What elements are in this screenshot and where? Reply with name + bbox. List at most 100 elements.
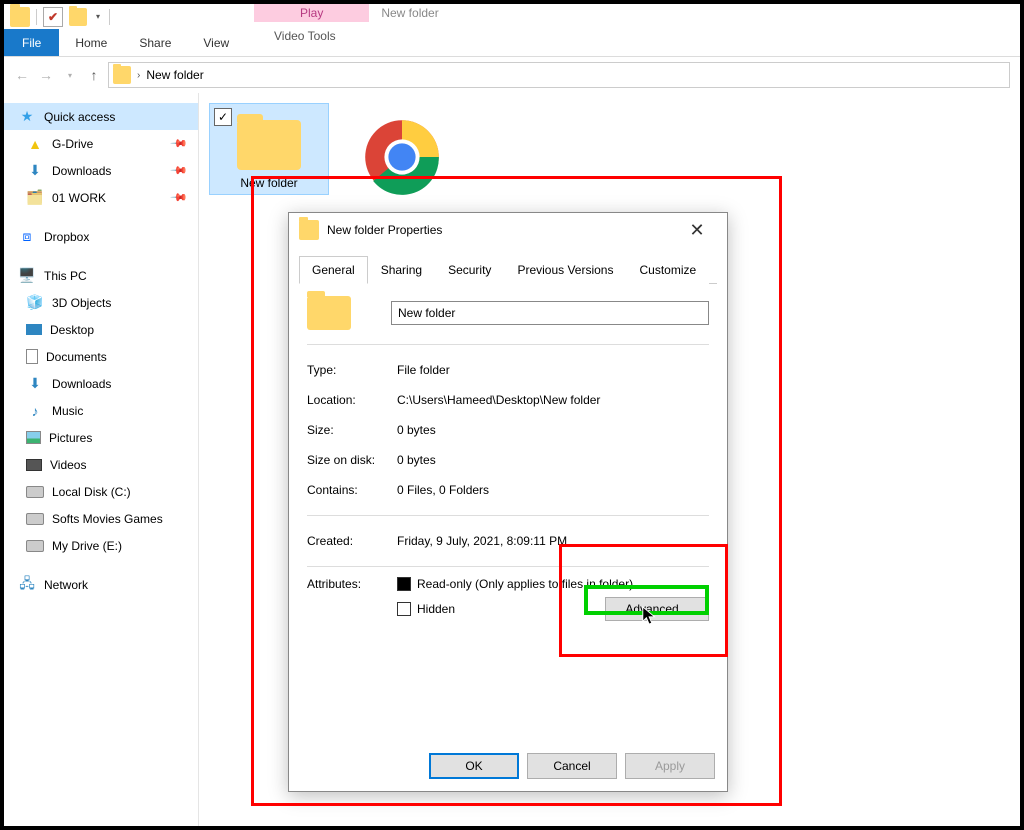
location-label: Location: — [307, 393, 397, 407]
nav-network[interactable]: 🖧Network — [4, 571, 198, 598]
nav-quick-access[interactable]: ★Quick access — [4, 103, 198, 130]
contains-value: 0 Files, 0 Folders — [397, 483, 709, 497]
attributes-label: Attributes: — [307, 577, 397, 591]
nav-label: Local Disk (C:) — [52, 485, 131, 499]
checkbox-filled-icon: ■ — [397, 577, 411, 591]
nav-label: Documents — [46, 350, 107, 364]
nav-videos[interactable]: Videos — [4, 451, 198, 478]
nav-downloads[interactable]: ⬇Downloads📌 — [4, 157, 198, 184]
pin-icon: 📌 — [170, 134, 189, 153]
nav-label: 01 WORK — [52, 191, 106, 205]
nav-label: Desktop — [50, 323, 94, 337]
nav-label: Downloads — [52, 377, 111, 391]
title-bar: ✔ ▾ Play New folder — [4, 4, 1020, 29]
dialog-buttons: OK Cancel Apply — [289, 743, 727, 791]
pin-icon: 📌 — [170, 188, 189, 207]
nav-label: Quick access — [44, 110, 115, 124]
readonly-label: Read-only (Only applies to files in fold… — [417, 577, 633, 591]
tab-sharing[interactable]: Sharing — [368, 256, 435, 284]
file-tile-chrome[interactable] — [342, 103, 462, 207]
window-title: New folder — [381, 6, 438, 20]
nav-documents[interactable]: Documents — [4, 343, 198, 370]
nav-dropbox[interactable]: ⧈Dropbox — [4, 223, 198, 250]
tab-security[interactable]: Security — [435, 256, 504, 284]
nav-01work[interactable]: 🗂️01 WORK📌 — [4, 184, 198, 211]
contextual-play-tab[interactable]: Play — [254, 4, 369, 22]
nav-my-drive[interactable]: My Drive (E:) — [4, 532, 198, 559]
dialog-titlebar[interactable]: New folder Properties ✕ — [289, 213, 727, 247]
nav-recent-icon[interactable]: ▾ — [60, 65, 80, 85]
nav-gdrive[interactable]: ▲G-Drive📌 — [4, 130, 198, 157]
sizeondisk-value: 0 bytes — [397, 453, 709, 467]
hidden-checkbox[interactable]: Hidden — [397, 602, 455, 616]
type-value: File folder — [397, 363, 709, 377]
nav-forward-icon[interactable]: → — [36, 65, 56, 85]
nav-downloads2[interactable]: ⬇Downloads — [4, 370, 198, 397]
nav-label: Videos — [50, 458, 86, 472]
ribbon-tabs: File Home Share View Video Tools — [4, 29, 1020, 57]
checkbox-empty-icon — [397, 602, 411, 616]
readonly-checkbox[interactable]: ■ Read-only (Only applies to files in fo… — [397, 577, 633, 591]
cancel-button[interactable]: Cancel — [527, 753, 617, 779]
nav-pictures[interactable]: Pictures — [4, 424, 198, 451]
dialog-title: New folder Properties — [327, 223, 442, 237]
tab-customize[interactable]: Customize — [626, 256, 709, 284]
ok-button[interactable]: OK — [429, 753, 519, 779]
pin-icon: 📌 — [170, 161, 189, 180]
properties-dialog: New folder Properties ✕ General Sharing … — [288, 212, 728, 792]
location-value: C:\Users\Hameed\Desktop\New folder — [397, 393, 709, 407]
contains-label: Contains: — [307, 483, 397, 497]
nav-up-icon[interactable]: ↑ — [84, 65, 104, 85]
address-bar[interactable]: › New folder — [108, 62, 1010, 88]
nav-label: Downloads — [52, 164, 111, 178]
created-value: Friday, 9 July, 2021, 8:09:11 PM — [397, 534, 709, 548]
size-label: Size: — [307, 423, 397, 437]
type-label: Type: — [307, 363, 397, 377]
quick-access-toolbar: ✔ ▾ — [4, 4, 110, 29]
sizeondisk-label: Size on disk: — [307, 453, 397, 467]
file-label: New folder — [210, 176, 328, 190]
tab-general[interactable]: General — [299, 256, 368, 284]
close-button[interactable]: ✕ — [677, 220, 717, 241]
nav-row: ← → ▾ ↑ › New folder — [4, 57, 1020, 93]
tab-home[interactable]: Home — [59, 29, 123, 56]
tab-share[interactable]: Share — [123, 29, 187, 56]
chevron-right-icon[interactable]: › — [137, 70, 140, 81]
qat-customize-icon[interactable]: ▾ — [93, 12, 103, 21]
advanced-button[interactable]: Advanced... — [605, 597, 709, 621]
nav-3d-objects[interactable]: 🧊3D Objects — [4, 289, 198, 316]
tab-previous-versions[interactable]: Previous Versions — [504, 256, 626, 284]
nav-music[interactable]: ♪Music — [4, 397, 198, 424]
breadcrumb-segment[interactable]: New folder — [146, 68, 203, 82]
nav-this-pc[interactable]: 🖥️This PC — [4, 262, 198, 289]
nav-pane: ★Quick access ▲G-Drive📌 ⬇Downloads📌 🗂️01… — [4, 93, 199, 826]
hidden-label: Hidden — [417, 602, 455, 616]
nav-label: Pictures — [49, 431, 92, 445]
folder-name-input[interactable] — [391, 301, 709, 325]
nav-label: Network — [44, 578, 88, 592]
nav-desktop[interactable]: Desktop — [4, 316, 198, 343]
nav-label: 3D Objects — [52, 296, 111, 310]
nav-label: Music — [52, 404, 83, 418]
tab-view[interactable]: View — [187, 29, 245, 56]
nav-softs[interactable]: Softs Movies Games — [4, 505, 198, 532]
folder-icon — [237, 120, 301, 170]
tab-video-tools[interactable]: Video Tools — [258, 29, 352, 43]
tab-file[interactable]: File — [4, 29, 59, 56]
nav-label: This PC — [44, 269, 87, 283]
nav-label: G-Drive — [52, 137, 93, 151]
qat-newfolder-icon[interactable] — [69, 8, 87, 26]
selection-checkbox[interactable]: ✓ — [214, 108, 232, 126]
addr-folder-icon — [113, 66, 131, 84]
folder-icon — [299, 220, 319, 240]
qat-properties-icon[interactable]: ✔ — [43, 7, 63, 27]
nav-label: Softs Movies Games — [52, 512, 163, 526]
app-folder-icon — [10, 7, 30, 27]
apply-button[interactable]: Apply — [625, 753, 715, 779]
nav-label: My Drive (E:) — [52, 539, 122, 553]
dialog-tabs: General Sharing Security Previous Versio… — [299, 247, 717, 284]
nav-local-disk[interactable]: Local Disk (C:) — [4, 478, 198, 505]
file-tile-folder[interactable]: ✓ New folder — [209, 103, 329, 195]
nav-back-icon[interactable]: ← — [12, 65, 32, 85]
created-label: Created: — [307, 534, 397, 548]
